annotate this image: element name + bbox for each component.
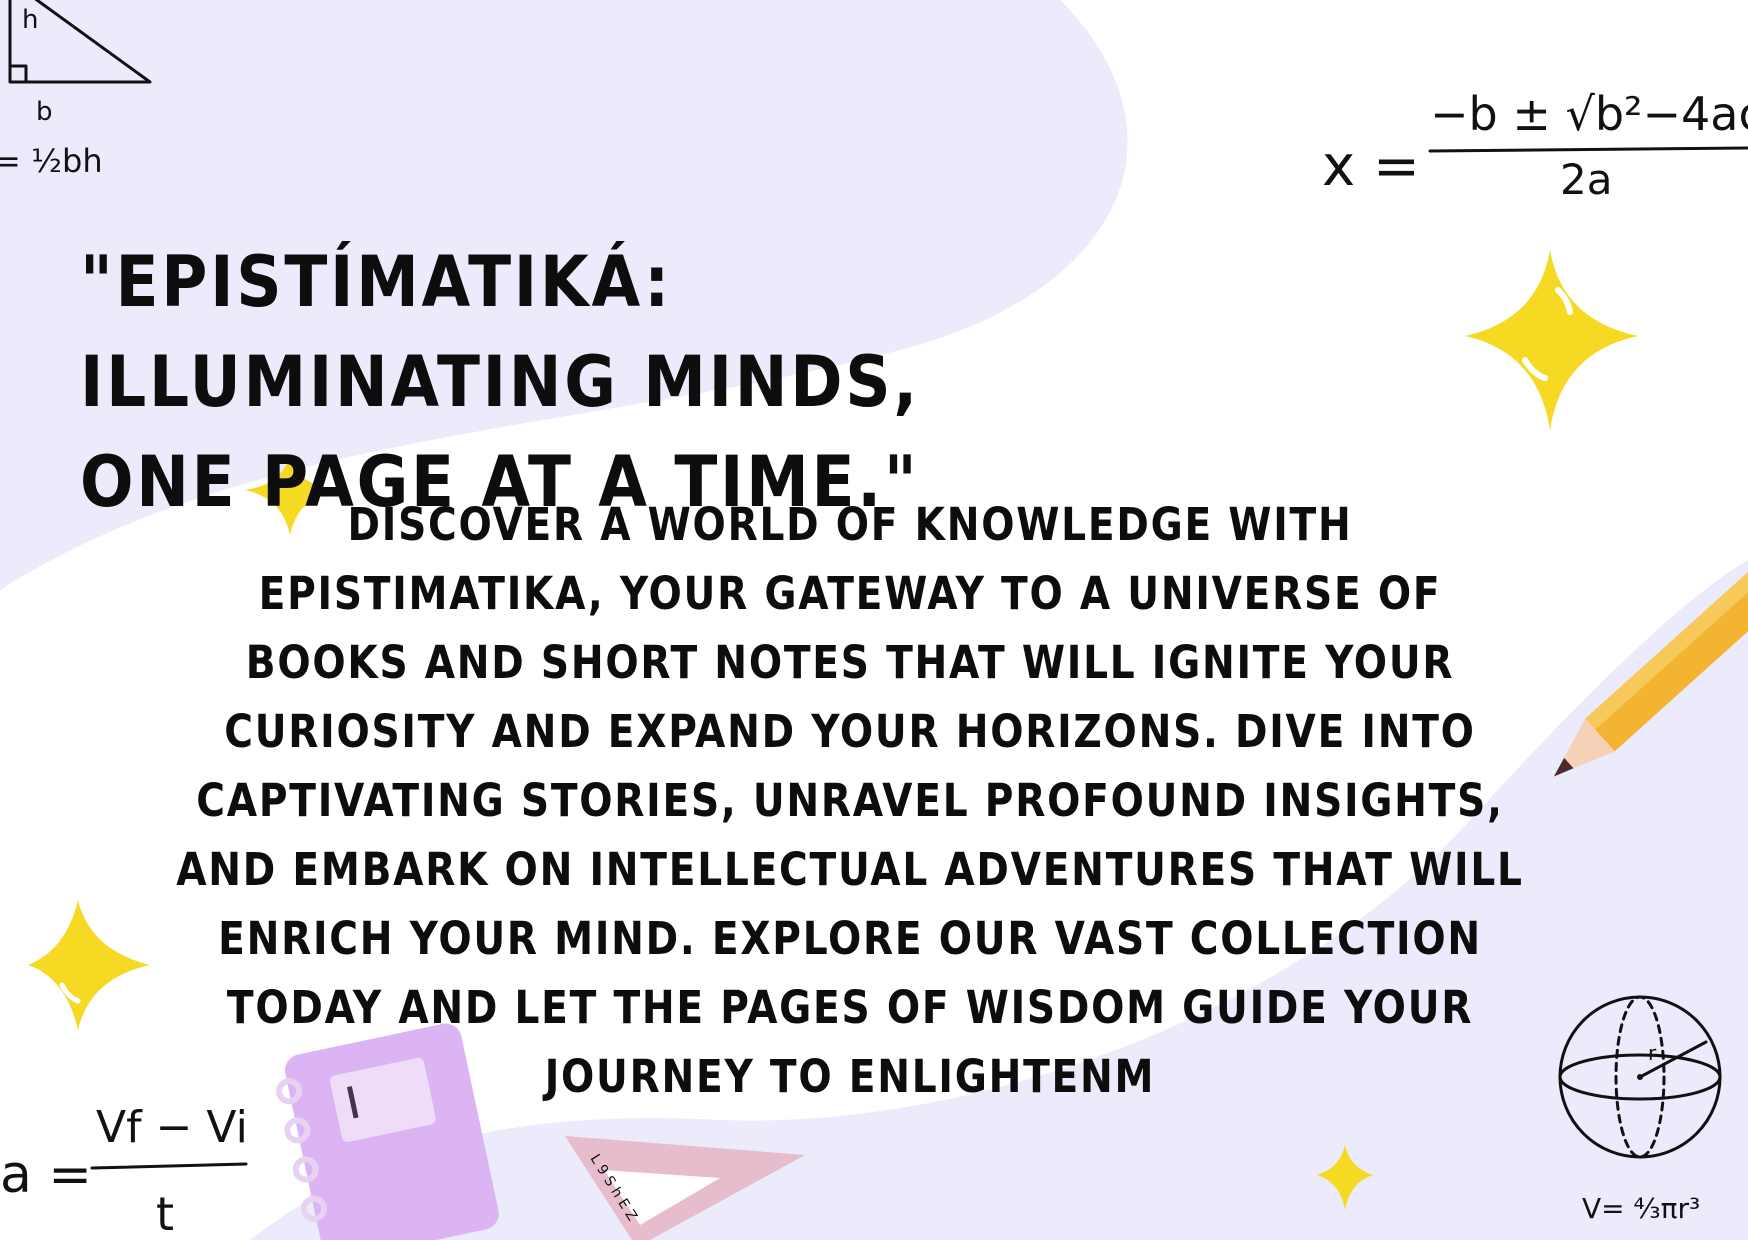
poster-headline: "Epistímatiká: Illuminating minds, one p…	[80, 241, 920, 523]
triangle-label-b: b	[36, 97, 53, 127]
quadratic-numerator: −b ± √b²−4ac	[1430, 87, 1748, 141]
poster-body: Discover a world of knowledge with Epist…	[176, 498, 1524, 1103]
sphere-volume-formula: V= ⁴⁄₃πr³	[1582, 1192, 1700, 1225]
triangle-label-h: h	[22, 5, 38, 35]
sphere-icon: r V= ⁴⁄₃πr³	[1558, 995, 1722, 1225]
acceleration-lhs: a =	[0, 1145, 92, 1205]
quadratic-denominator: 2a	[1560, 155, 1612, 204]
acceleration-denominator: t	[156, 1187, 174, 1240]
sparkle-icon	[1317, 1145, 1373, 1210]
triangle-ruler-icon: L 9 S h E Z	[565, 1136, 805, 1240]
triangle-area-formula: h b = ½bh	[0, 0, 152, 180]
quadratic-lhs: x =	[1322, 134, 1420, 199]
sphere-radius-label: r	[1648, 1041, 1657, 1065]
triangle-area-text: = ½bh	[0, 142, 103, 180]
